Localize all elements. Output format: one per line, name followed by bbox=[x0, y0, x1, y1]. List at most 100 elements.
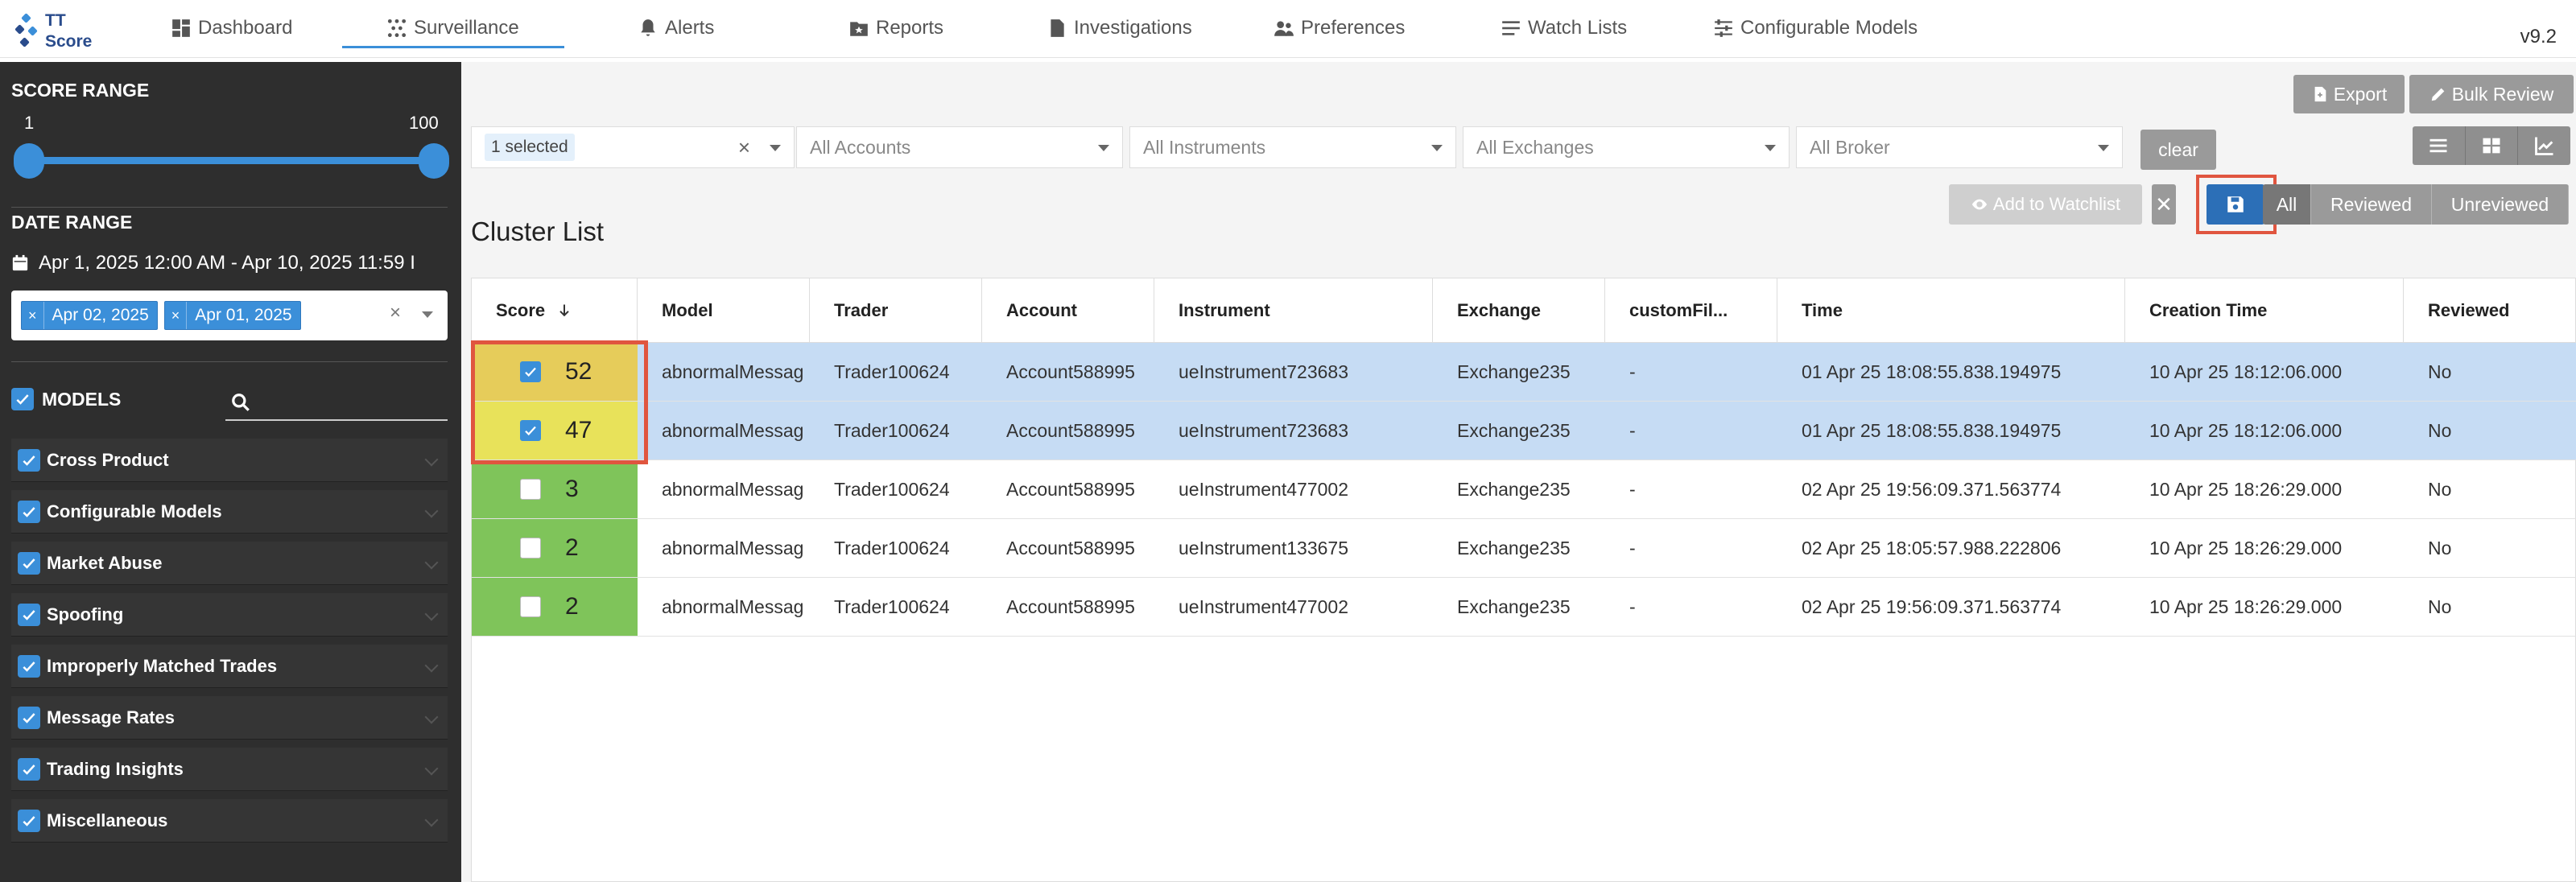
add-to-watchlist-button[interactable]: Add to Watchlist bbox=[1949, 184, 2142, 225]
model-checkbox[interactable] bbox=[18, 448, 40, 472]
table-row[interactable]: 3 abnormalMessag Trader100624 Account588995… bbox=[472, 460, 2576, 519]
column-header-account[interactable]: Account bbox=[982, 278, 1154, 343]
chevron-down-icon[interactable] bbox=[424, 761, 439, 776]
exchanges-select-value: All Exchanges bbox=[1476, 136, 1594, 158]
clear-dates-icon[interactable]: × bbox=[390, 302, 401, 324]
nav-preferences[interactable]: Preferences bbox=[1274, 14, 1405, 42]
models-header: MODELS bbox=[11, 388, 121, 410]
accounts-select[interactable]: All Accounts bbox=[796, 126, 1123, 168]
remove-tag-icon[interactable]: × bbox=[165, 302, 188, 329]
column-header-reviewed[interactable]: Reviewed bbox=[2404, 278, 2576, 343]
cluster-filter-select[interactable]: 1 selected × bbox=[471, 126, 795, 168]
model-checkbox[interactable] bbox=[18, 757, 40, 781]
list-view-button[interactable] bbox=[2413, 126, 2466, 165]
column-header-exchange[interactable]: Exchange bbox=[1433, 278, 1605, 343]
bulk-review-button[interactable]: Bulk Review bbox=[2409, 75, 2574, 113]
column-header-score[interactable]: Score bbox=[472, 278, 638, 343]
nav-surveillance[interactable]: Surveillance bbox=[386, 14, 519, 42]
cell-creation-time: 10 Apr 25 18:26:29.000 bbox=[2149, 596, 2343, 617]
model-checkbox[interactable] bbox=[18, 500, 40, 523]
models-all-checkbox[interactable] bbox=[11, 388, 34, 410]
row-checkbox[interactable] bbox=[520, 479, 541, 500]
model-checkbox[interactable] bbox=[18, 809, 40, 832]
model-group-message-rates[interactable]: Message Rates bbox=[11, 696, 448, 740]
column-header-creation-time[interactable]: Creation Time bbox=[2125, 278, 2404, 343]
cell-creation-time: 10 Apr 25 18:26:29.000 bbox=[2149, 537, 2343, 558]
tab-reviewed[interactable]: Reviewed bbox=[2311, 184, 2432, 225]
nav-alerts[interactable]: Alerts bbox=[638, 14, 714, 42]
chart-view-button[interactable] bbox=[2518, 126, 2570, 165]
remove-tag-icon[interactable]: × bbox=[22, 302, 44, 329]
cell-trader: Trader100624 bbox=[834, 419, 950, 441]
chevron-down-icon[interactable] bbox=[424, 555, 439, 570]
cell-time: 02 Apr 25 18:05:57.988.222806 bbox=[1802, 537, 2062, 558]
broker-select[interactable]: All Broker bbox=[1796, 126, 2123, 168]
chevron-down-icon[interactable] bbox=[2098, 145, 2109, 151]
date-tags-select[interactable]: × Apr 02, 2025 × Apr 01, 2025 × bbox=[11, 291, 448, 340]
model-group-spoofing[interactable]: Spoofing bbox=[11, 593, 448, 637]
nav-investigations[interactable]: Investigations bbox=[1046, 14, 1192, 42]
tab-unreviewed[interactable]: Unreviewed bbox=[2432, 184, 2569, 225]
chevron-down-icon[interactable] bbox=[424, 452, 439, 467]
chevron-down-icon[interactable] bbox=[1431, 145, 1443, 151]
model-group-configurable-models[interactable]: Configurable Models bbox=[11, 490, 448, 534]
chevron-down-icon[interactable] bbox=[424, 813, 439, 827]
chevron-down-icon[interactable] bbox=[1098, 145, 1109, 151]
nav-surveillance-label: Surveillance bbox=[414, 17, 519, 39]
score-range-slider-track[interactable] bbox=[29, 157, 435, 164]
nav-reports[interactable]: Reports bbox=[848, 14, 943, 42]
chevron-down-icon[interactable] bbox=[424, 607, 439, 621]
table-row[interactable]: 47 abnormalMessag Trader100624 Account58899… bbox=[472, 402, 2576, 460]
grid-view-button[interactable] bbox=[2466, 126, 2519, 165]
score-range-max-handle[interactable] bbox=[419, 143, 449, 179]
nav-configurable-models-label: Configurable Models bbox=[1740, 17, 1918, 39]
model-group-improperly-matched-trades[interactable]: Improperly Matched Trades bbox=[11, 645, 448, 688]
model-checkbox[interactable] bbox=[18, 706, 40, 729]
chevron-down-icon[interactable] bbox=[770, 145, 781, 151]
score-range-min-handle[interactable] bbox=[14, 143, 44, 179]
logo-text-line2: Score bbox=[45, 32, 93, 51]
table-row[interactable]: 52 abnormalMessag Trader100624 Account58899… bbox=[472, 343, 2576, 402]
instruments-select[interactable]: All Instruments bbox=[1129, 126, 1456, 168]
clear-selection-icon[interactable]: × bbox=[738, 135, 750, 160]
model-checkbox[interactable] bbox=[18, 603, 40, 626]
export-button[interactable]: Export bbox=[2293, 75, 2405, 113]
date-range-display[interactable]: Apr 1, 2025 12:00 AM - Apr 10, 2025 11:5… bbox=[11, 252, 459, 274]
model-group-miscellaneous[interactable]: Miscellaneous bbox=[11, 799, 448, 843]
table-row[interactable]: 2 abnormalMessag Trader100624 Account588995… bbox=[472, 578, 2576, 637]
row-checkbox[interactable] bbox=[520, 538, 541, 558]
model-group-cross-product[interactable]: Cross Product bbox=[11, 439, 448, 482]
nav-dashboard[interactable]: Dashboard bbox=[171, 14, 292, 42]
cell-instrument: ueInstrument723683 bbox=[1179, 361, 1348, 382]
chevron-down-icon[interactable] bbox=[1765, 145, 1776, 151]
model-group-trading-insights[interactable]: Trading Insights bbox=[11, 748, 448, 791]
column-header-custom-filter[interactable]: customFil... bbox=[1605, 278, 1777, 343]
save-button[interactable] bbox=[2207, 184, 2264, 225]
chevron-down-icon[interactable] bbox=[424, 658, 439, 673]
model-group-label: Miscellaneous bbox=[47, 810, 168, 830]
cell-custom: - bbox=[1629, 537, 1636, 558]
models-search-input[interactable] bbox=[225, 384, 448, 421]
column-header-model[interactable]: Model bbox=[638, 278, 810, 343]
tab-all[interactable]: All bbox=[2263, 184, 2311, 225]
chevron-down-icon[interactable] bbox=[424, 504, 439, 518]
nav-configurable-models[interactable]: Configurable Models bbox=[1713, 14, 1918, 42]
close-button[interactable]: ✕ bbox=[2152, 184, 2176, 225]
check-icon bbox=[23, 661, 35, 672]
document-icon bbox=[1051, 19, 1064, 37]
nav-watch-lists[interactable]: Watch Lists bbox=[1501, 14, 1627, 42]
row-checkbox[interactable] bbox=[520, 596, 541, 617]
model-group-market-abuse[interactable]: Market Abuse bbox=[11, 542, 448, 585]
column-header-instrument[interactable]: Instrument bbox=[1154, 278, 1433, 343]
model-checkbox[interactable] bbox=[18, 654, 40, 678]
column-header-time[interactable]: Time bbox=[1777, 278, 2125, 343]
chevron-down-icon[interactable] bbox=[424, 710, 439, 724]
broker-select-value: All Broker bbox=[1810, 136, 1890, 158]
app-logo[interactable]: TT Score bbox=[11, 10, 100, 55]
column-header-trader[interactable]: Trader bbox=[810, 278, 982, 343]
clear-filters-button[interactable]: clear bbox=[2140, 130, 2216, 170]
model-checkbox[interactable] bbox=[18, 551, 40, 575]
exchanges-select[interactable]: All Exchanges bbox=[1463, 126, 1790, 168]
chevron-down-icon[interactable] bbox=[422, 311, 433, 318]
table-row[interactable]: 2 abnormalMessag Trader100624 Account588995… bbox=[472, 519, 2576, 578]
